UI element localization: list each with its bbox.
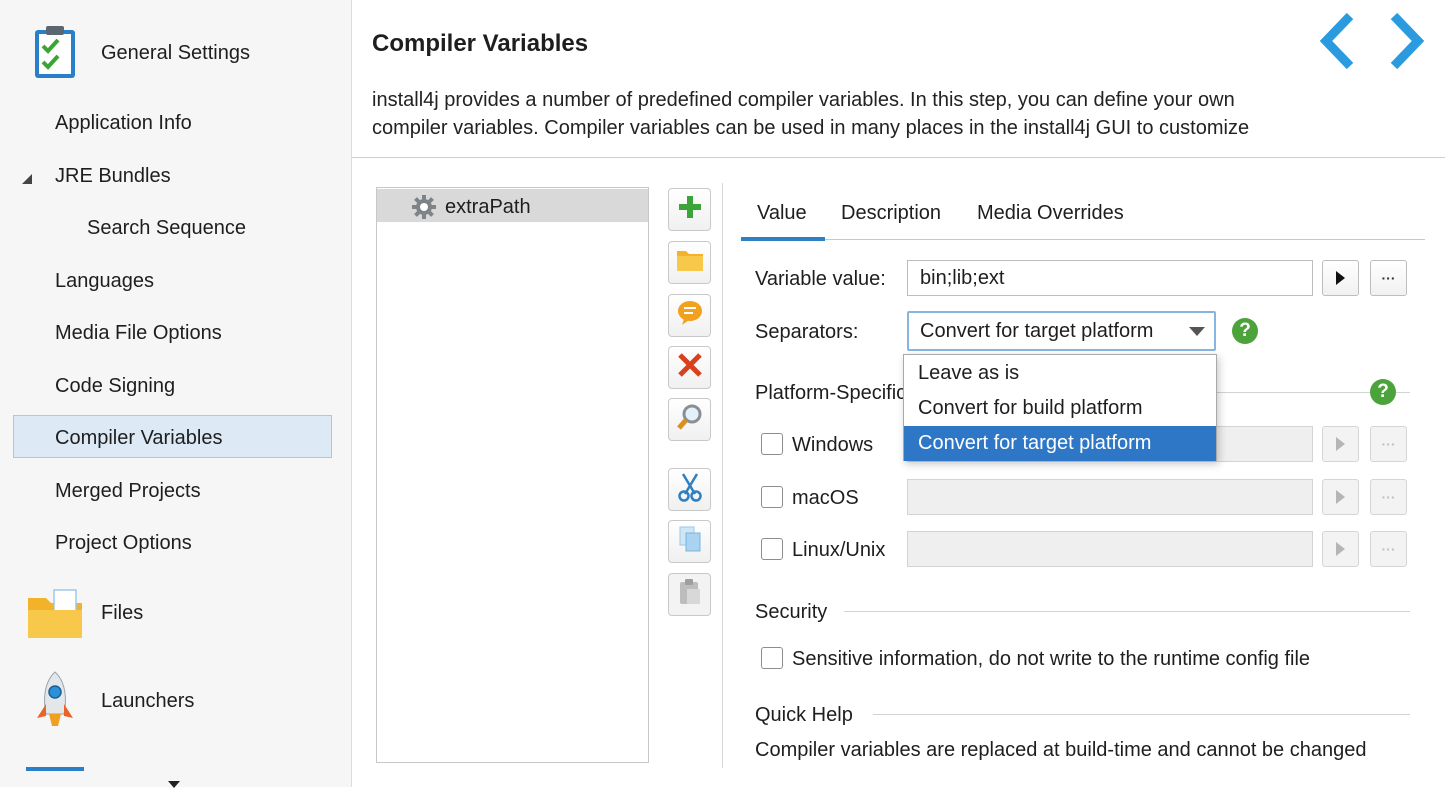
section-launchers[interactable]: Launchers <box>101 689 194 713</box>
header-divider <box>352 157 1445 158</box>
quick-help-label: Quick Help <box>755 704 853 726</box>
folder-icon <box>676 248 704 277</box>
tab-media-overrides[interactable]: Media Overrides <box>977 201 1124 225</box>
tab-active-indicator <box>741 237 825 241</box>
chevron-down-icon[interactable] <box>1189 327 1205 336</box>
edit-text-button[interactable]: ··· <box>1370 260 1407 296</box>
sensitive-info-checkbox[interactable] <box>761 647 783 669</box>
tab-value[interactable]: Value <box>757 201 807 225</box>
security-label: Security <box>755 601 828 623</box>
group-divider <box>844 611 1410 612</box>
windows-edit-button: ··· <box>1370 426 1407 462</box>
dropdown-option-leave-as-is[interactable]: Leave as is <box>904 356 1216 391</box>
gear-icon <box>411 194 437 225</box>
add-comment-button[interactable] <box>668 294 711 337</box>
linux-value-field <box>907 531 1313 567</box>
tab-description[interactable]: Description <box>841 201 941 225</box>
magnifier-icon <box>676 403 704 436</box>
sidebar-item-project-options[interactable]: Project Options <box>55 531 192 555</box>
help-icon[interactable]: ? <box>1370 379 1396 405</box>
scroll-down-arrow-icon[interactable] <box>168 776 180 794</box>
back-arrow-icon[interactable] <box>1318 12 1358 75</box>
macos-checkbox[interactable] <box>761 486 783 508</box>
copy-button[interactable] <box>668 520 711 563</box>
linux-insert-variable-button <box>1322 531 1359 567</box>
scissors-icon <box>677 472 703 507</box>
dropdown-option-build-platform[interactable]: Convert for build platform <box>904 391 1216 426</box>
add-variable-button[interactable] <box>668 188 711 231</box>
clipboard-checklist-icon <box>33 24 77 85</box>
page-description: install4j provides a number of predefine… <box>372 89 1250 139</box>
ellipsis-icon: ··· <box>1381 541 1396 557</box>
page-title: Compiler Variables <box>372 30 589 57</box>
copy-icon <box>676 525 704 558</box>
dropdown-option-target-platform[interactable]: Convert for target platform <box>904 426 1216 461</box>
sidebar-item-merged-projects[interactable]: Merged Projects <box>55 479 201 503</box>
quick-help-text: Compiler variables are replaced at build… <box>755 739 1367 761</box>
play-icon <box>1336 271 1345 285</box>
macos-edit-button: ··· <box>1370 479 1407 515</box>
sidebar-item-languages[interactable]: Languages <box>55 269 154 293</box>
section-files[interactable]: Files <box>101 601 143 625</box>
variable-value-label: Variable value: <box>755 268 886 290</box>
windows-checkbox[interactable] <box>761 433 783 455</box>
separators-selected-value: Convert for target platform <box>920 320 1154 342</box>
sidebar-item-jre-bundles[interactable]: JRE Bundles <box>55 164 171 188</box>
sidebar-item-compiler-variables[interactable]: Compiler Variables <box>55 426 222 450</box>
variables-list[interactable] <box>376 187 649 763</box>
separators-dropdown-list: Leave as is Convert for build platform C… <box>903 354 1217 461</box>
comment-icon <box>676 299 704 332</box>
play-icon <box>1336 490 1345 504</box>
play-icon <box>1336 542 1345 556</box>
sidebar-item-media-file-options[interactable]: Media File Options <box>55 321 222 345</box>
rocket-icon <box>34 670 76 735</box>
delete-x-icon <box>677 352 703 383</box>
linux-checkbox[interactable] <box>761 538 783 560</box>
tab-bar-line <box>741 239 1425 240</box>
sidebar-item-application-info[interactable]: Application Info <box>55 111 192 135</box>
section-general-settings[interactable]: General Settings <box>101 41 250 65</box>
help-icon[interactable]: ? <box>1232 318 1258 344</box>
play-icon <box>1336 437 1345 451</box>
platform-specific-label: Platform-Specific <box>755 382 907 404</box>
windows-label: Windows <box>792 434 874 456</box>
tree-expanded-icon[interactable] <box>21 171 33 189</box>
cut-button[interactable] <box>668 468 711 511</box>
sidebar-item-code-signing[interactable]: Code Signing <box>55 374 175 398</box>
add-group-button[interactable] <box>668 241 711 284</box>
macos-value-field <box>907 479 1313 515</box>
separators-label: Separators: <box>755 321 859 343</box>
variable-value-field[interactable]: bin;lib;ext <box>907 260 1313 296</box>
next-section-icon <box>26 767 84 771</box>
windows-insert-variable-button <box>1322 426 1359 462</box>
plus-icon <box>677 194 703 225</box>
folder-icon <box>26 588 84 645</box>
delete-button[interactable] <box>668 346 711 389</box>
sidebar-item-search-sequence[interactable]: Search Sequence <box>87 216 246 240</box>
insert-variable-button[interactable] <box>1322 260 1359 296</box>
group-divider <box>873 714 1410 715</box>
ellipsis-icon: ··· <box>1381 489 1396 505</box>
macos-label: macOS <box>792 487 859 509</box>
linux-edit-button: ··· <box>1370 531 1407 567</box>
paste-button[interactable] <box>668 573 711 616</box>
ellipsis-icon: ··· <box>1381 270 1396 286</box>
ellipsis-icon: ··· <box>1381 436 1396 452</box>
sidebar: General Settings Application Info JRE Bu… <box>0 0 352 788</box>
linux-label: Linux/Unix <box>792 539 886 561</box>
forward-arrow-icon[interactable] <box>1386 12 1426 75</box>
variable-name: extraPath <box>445 196 531 218</box>
paste-icon <box>677 578 703 611</box>
find-usages-button[interactable] <box>668 398 711 441</box>
sensitive-info-label: Sensitive information, do not write to t… <box>792 648 1311 670</box>
panel-divider <box>722 183 723 768</box>
macos-insert-variable-button <box>1322 479 1359 515</box>
